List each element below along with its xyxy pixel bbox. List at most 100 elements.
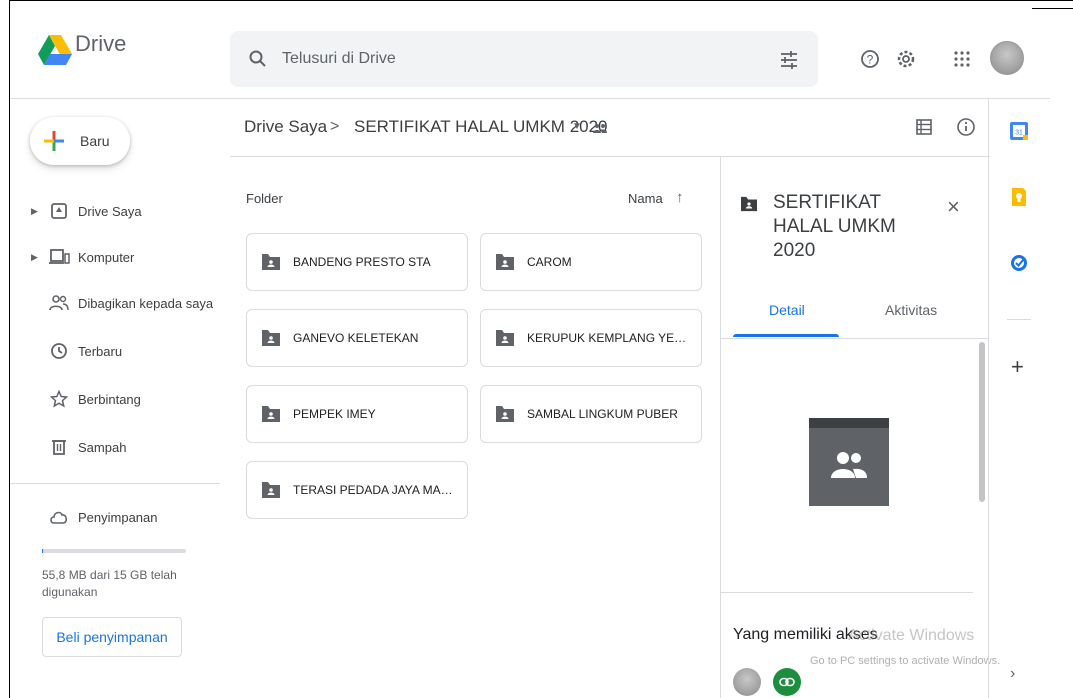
add-addon-icon[interactable]: + [1011,354,1024,380]
breadcrumb-current[interactable]: SERTIFIKAT HALAL UMKM 2020 [354,117,608,137]
my-drive-icon [48,200,70,222]
folder-name: SAMBAL LINGKUM PUBER [527,407,678,421]
search-icon[interactable] [248,49,268,69]
gear-icon [897,50,915,68]
new-button-label: Baru [80,133,110,149]
folder-name: CAROM [527,255,572,269]
folder-name: GANEVO KELETEKAN [293,331,419,345]
folder-card[interactable]: GANEVO KELETEKAN [246,309,468,367]
star-icon [48,388,70,410]
sidebar-item-label: Dibagikan kepada saya [78,295,214,311]
storage-usage-bar [42,549,186,553]
storage-usage-text: 55,8 MB dari 15 GB telah digunakan [42,568,177,599]
sidebar-item-label: Drive Saya [78,203,142,219]
tab-detail[interactable]: Detail [769,302,805,318]
settings-button[interactable] [892,45,920,73]
side-apps-panel: 31 + [988,99,1050,698]
storage-usage-fill [42,549,43,553]
owner-avatar[interactable] [733,668,761,696]
chevron-down-icon[interactable]: ▼ [572,121,582,132]
keep-icon[interactable] [1009,187,1029,207]
new-button[interactable]: Baru [30,117,130,165]
sidebar-item-starred[interactable]: Berbintang [10,379,220,419]
tabs-divider [721,338,989,339]
folder-card[interactable]: KERUPUK KEMPLANG YENSI BA... [480,309,702,367]
folder-name: PEMPEK IMEY [293,407,376,421]
main-content: Drive Saya > SERTIFIKAT HALAL UMKM 2020 … [230,99,990,698]
computer-icon [48,246,70,268]
shared-folder-icon [262,482,280,498]
top-bar: Drive ? [10,13,1050,99]
activation-watermark-text: Go to PC settings to activate Windows. [810,655,1001,667]
apps-button[interactable] [948,45,976,73]
details-scrollbar[interactable] [979,342,985,502]
info-icon[interactable] [956,117,976,137]
shared-folder-icon [741,196,757,212]
details-panel: SERTIFIKAT HALAL UMKM 2020 × Detail Akti… [720,156,989,698]
sidebar-item-label: Sampah [78,439,127,455]
help-icon: ? [861,50,879,68]
access-divider [721,592,973,593]
shared-folder-icon [262,254,280,270]
folder-name: TERASI PEDADA JAYA MANDIRI [293,483,459,497]
side-panel-divider [1007,319,1031,320]
drive-logo-icon[interactable] [38,35,72,65]
activation-watermark-title: Activate Windows [848,627,975,644]
buy-storage-button[interactable]: Beli penyimpanan [42,617,182,657]
search-options-icon[interactable] [778,49,800,71]
search-input[interactable] [282,45,742,73]
sidebar-item-trash[interactable]: Sampah [10,427,220,467]
sidebar-item-storage[interactable]: Penyimpanan [10,497,220,537]
folder-card[interactable]: SAMBAL LINGKUM PUBER [480,385,702,443]
folder-card[interactable]: PEMPEK IMEY [246,385,468,443]
sidebar: Baru ▶ Drive Saya ▶ Komputer Dibagikan k… [10,99,220,698]
calendar-icon[interactable]: 31 [1009,121,1029,141]
folder-preview-icon [809,418,889,506]
active-tab-indicator [733,334,839,337]
sidebar-item-label: Terbaru [78,343,123,359]
breadcrumb-root[interactable]: Drive Saya [244,117,327,137]
shared-folder-icon [262,406,280,422]
sidebar-item-recent[interactable]: Terbaru [10,331,220,371]
breadcrumb: Drive Saya > SERTIFIKAT HALAL UMKM 2020 … [230,99,990,157]
app-window: Drive ? [9,0,1073,698]
brand-name[interactable]: Drive [75,31,126,57]
folder-name: BANDENG PRESTO STA [293,255,431,269]
clock-icon [48,340,70,362]
sidebar-divider [10,483,220,484]
tasks-icon[interactable] [1009,253,1029,273]
shared-folder-icon [496,406,514,422]
folder-section-label: Folder [246,191,283,206]
sidebar-item-my-drive[interactable]: ▶ Drive Saya [10,191,220,231]
help-button[interactable]: ? [856,45,884,73]
details-title: SERTIFIKAT HALAL UMKM 2020 [773,192,896,261]
account-avatar[interactable] [990,41,1024,75]
apps-grid-icon [954,51,970,67]
folder-card[interactable]: CAROM [480,233,702,291]
shared-folder-icon [496,254,514,270]
arrow-up-icon[interactable]: ↑ [676,189,684,206]
sort-by-name-button[interactable]: Nama [628,191,663,206]
list-view-icon[interactable] [916,119,932,135]
search-bar[interactable] [230,31,818,87]
shared-folder-icon [262,330,280,346]
tab-activity[interactable]: Aktivitas [885,302,937,318]
shared-folder-icon [496,330,514,346]
sidebar-item-computers[interactable]: ▶ Komputer [10,237,220,277]
shared-folder-icon [593,124,607,133]
link-sharing-button[interactable] [773,668,801,696]
trash-icon [48,436,70,458]
folder-card[interactable]: BANDENG PRESTO STA [246,233,468,291]
folder-name: KERUPUK KEMPLANG YENSI BA... [527,331,693,345]
folder-card[interactable]: TERASI PEDADA JAYA MANDIRI [246,461,468,519]
breadcrumb-separator: > [330,118,340,135]
expand-arrow-icon[interactable]: ▶ [31,252,38,263]
close-icon[interactable]: × [947,194,960,220]
expand-arrow-icon[interactable]: ▶ [31,206,38,217]
screen-edge-line [1032,8,1073,9]
sidebar-item-shared[interactable]: Dibagikan kepada saya [10,283,220,323]
shared-icon [48,292,70,314]
sidebar-item-label: Komputer [78,249,135,265]
link-icon [779,677,795,687]
cloud-icon [48,506,70,528]
